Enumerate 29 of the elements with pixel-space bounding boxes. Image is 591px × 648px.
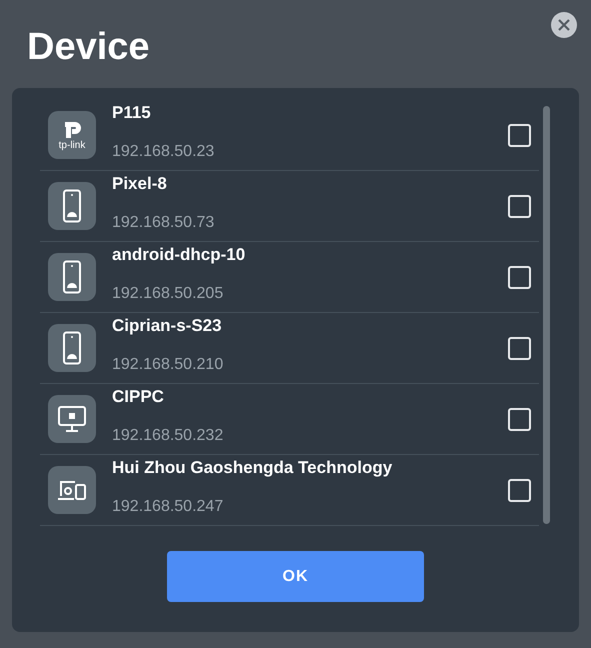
- device-checkbox[interactable]: [508, 408, 531, 430]
- device-ip: 192.168.50.210: [112, 355, 224, 375]
- device-checkbox[interactable]: [508, 336, 531, 360]
- device-ip: 192.168.50.232: [112, 426, 224, 446]
- device-ip: 192.168.50.73: [112, 213, 216, 233]
- devices-icon: [48, 466, 96, 514]
- device-checkbox[interactable]: [508, 124, 531, 146]
- device-name: CIPPC: [112, 386, 165, 408]
- device-name: Hui Zhou Gaoshengda Technology: [112, 457, 394, 479]
- device-name: Ciprian-s-S23: [112, 315, 223, 337]
- device-ip: 192.168.50.205: [112, 284, 224, 304]
- device-name: Pixel-8: [112, 173, 168, 195]
- phone-icon: [48, 324, 96, 372]
- close-icon: [558, 19, 570, 31]
- device-checkbox[interactable]: [508, 194, 531, 218]
- dialog-title: Device: [27, 28, 150, 66]
- monitor-icon: [48, 395, 96, 443]
- phone-icon: [48, 182, 96, 230]
- device-checkbox[interactable]: [508, 478, 531, 502]
- scrollbar[interactable]: [543, 106, 550, 524]
- brand-logo: tp-link: [48, 111, 96, 159]
- close-button[interactable]: [551, 12, 577, 38]
- device-ip: 192.168.50.23: [112, 142, 216, 162]
- device-ip: 192.168.50.247: [112, 497, 224, 517]
- phone-icon: [48, 253, 96, 301]
- device-name: P115: [112, 102, 152, 124]
- device-name: android-dhcp-10: [112, 244, 246, 266]
- ok-button[interactable]: OK: [167, 551, 424, 602]
- device-checkbox[interactable]: [508, 266, 531, 288]
